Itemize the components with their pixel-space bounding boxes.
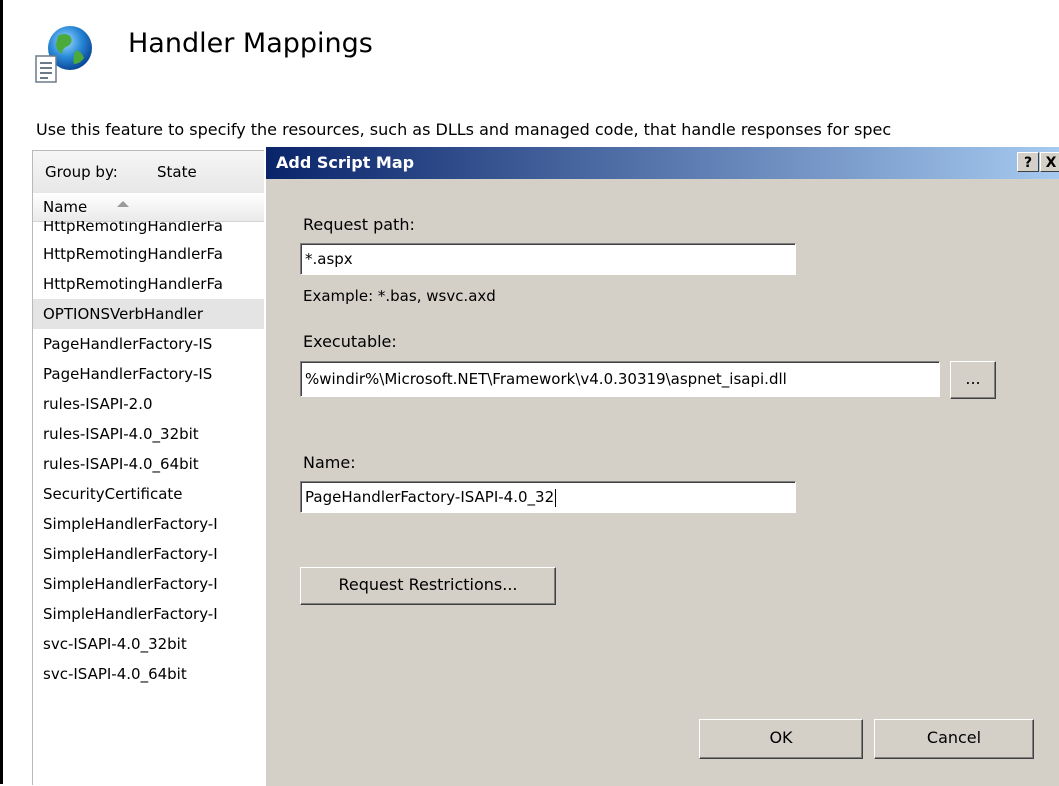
list-item[interactable]: rules-ISAPI-4.0_32bit: [33, 419, 293, 449]
page-title: Handler Mappings: [128, 28, 373, 59]
list-item[interactable]: svc-ISAPI-4.0_32bit: [33, 629, 293, 659]
name-input[interactable]: PageHandlerFactory-ISAPI-4.0_32: [300, 481, 796, 513]
browse-button[interactable]: ...: [950, 361, 996, 399]
column-header-label: Name: [43, 198, 88, 216]
list-item[interactable]: PageHandlerFactory-IS: [33, 359, 293, 389]
sort-ascending-icon: [117, 201, 129, 207]
column-header-name[interactable]: Name: [33, 193, 293, 222]
list-item-partial[interactable]: HttpRemotingHandlerFa: [33, 221, 293, 239]
list-item[interactable]: SecurityCertificate: [33, 479, 293, 509]
text-cursor: [555, 488, 557, 507]
name-label: Name:: [303, 453, 356, 472]
request-path-example: Example: *.bas, wsvc.axd: [303, 287, 496, 305]
list-item[interactable]: rules-ISAPI-2.0: [33, 389, 293, 419]
help-button[interactable]: ?: [1017, 152, 1039, 172]
dialog-titlebar[interactable]: Add Script Map ? X: [266, 147, 1059, 179]
list-item[interactable]: HttpRemotingHandlerFa: [33, 269, 293, 299]
request-path-label: Request path:: [303, 215, 415, 234]
cancel-button[interactable]: Cancel: [874, 719, 1034, 759]
executable-label: Executable:: [303, 332, 397, 351]
ok-button[interactable]: OK: [699, 719, 863, 759]
executable-input[interactable]: %windir%\Microsoft.NET\Framework\v4.0.30…: [300, 361, 940, 397]
group-by-dropdown[interactable]: State: [157, 163, 197, 181]
close-button[interactable]: X: [1040, 152, 1059, 172]
add-script-map-dialog: Add Script Map ? X Request path: *.aspx …: [264, 145, 1059, 786]
globe-document-icon: [32, 22, 96, 86]
list-item[interactable]: SimpleHandlerFactory-I: [33, 569, 293, 599]
dialog-title: Add Script Map: [276, 153, 415, 172]
request-restrictions-button[interactable]: Request Restrictions...: [300, 567, 556, 605]
list-item[interactable]: rules-ISAPI-4.0_64bit: [33, 449, 293, 479]
page-description: Use this feature to specify the resource…: [36, 120, 892, 139]
list-item[interactable]: SimpleHandlerFactory-I: [33, 599, 293, 629]
request-path-input[interactable]: *.aspx: [300, 243, 796, 275]
group-by-bar: Group by: State: [33, 151, 293, 194]
list-item[interactable]: OPTIONSVerbHandler: [33, 299, 293, 329]
group-by-label: Group by:: [45, 163, 118, 181]
list-item[interactable]: PageHandlerFactory-IS: [33, 329, 293, 359]
window-left-border: [0, 0, 3, 784]
handler-list: HttpRemotingHandlerFa HttpRemotingHandle…: [33, 221, 293, 689]
list-item[interactable]: SimpleHandlerFactory-I: [33, 509, 293, 539]
list-item[interactable]: svc-ISAPI-4.0_64bit: [33, 659, 293, 689]
list-item[interactable]: HttpRemotingHandlerFa: [33, 239, 293, 269]
handler-list-panel: Group by: State Name HttpRemotingHandler…: [32, 150, 293, 785]
name-input-text: PageHandlerFactory-ISAPI-4.0_32: [305, 488, 555, 506]
list-item[interactable]: SimpleHandlerFactory-I: [33, 539, 293, 569]
